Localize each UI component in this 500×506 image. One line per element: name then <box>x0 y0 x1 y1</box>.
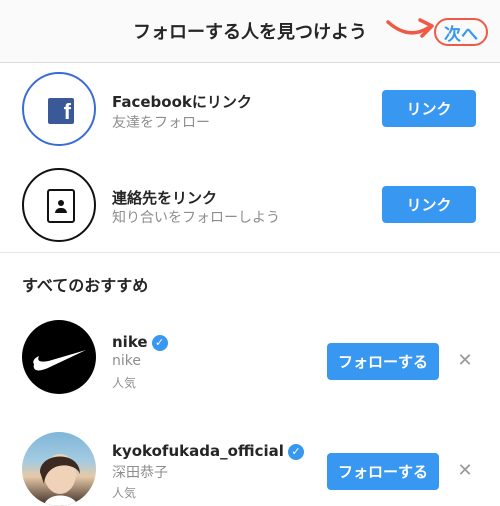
avatar[interactable] <box>22 320 96 394</box>
dismiss-icon[interactable]: ✕ <box>455 350 475 371</box>
verified-badge-icon: ✓ <box>287 443 304 460</box>
username-text: kyokofukada_official <box>112 442 284 460</box>
section-divider <box>0 252 500 253</box>
suggestion-meta: 人気 <box>112 486 137 500</box>
follow-button[interactable]: フォローする <box>327 453 439 490</box>
suggestion-name: nike <box>112 353 141 369</box>
contacts-link-button[interactable]: リンク <box>382 186 476 223</box>
annotation-arrow-icon <box>386 18 434 38</box>
contact-book-icon <box>47 189 75 223</box>
avatar[interactable] <box>22 432 96 506</box>
next-button[interactable]: 次へ <box>434 18 488 46</box>
profile-photo-icon <box>40 454 80 506</box>
suggestion-username[interactable]: nike ✓ <box>112 333 168 351</box>
header-bar: フォローする人を見つけよう 次へ <box>0 0 500 63</box>
dismiss-icon[interactable]: ✕ <box>455 460 475 481</box>
contacts-link-subtitle: 知り合いをフォローしよう <box>112 210 280 226</box>
suggestions-title: すべてのおすすめ <box>22 276 149 295</box>
username-text: nike <box>112 333 148 351</box>
contacts-link-title: 連絡先をリンク <box>112 189 218 207</box>
nike-swoosh-icon <box>33 350 86 371</box>
contacts-icon <box>22 168 96 242</box>
facebook-link-subtitle: 友達をフォロー <box>112 115 210 131</box>
suggestion-meta: 人気 <box>112 376 137 390</box>
suggestion-name: 深田恭子 <box>112 465 168 481</box>
facebook-icon: f <box>22 72 96 146</box>
facebook-link-button[interactable]: リンク <box>382 90 476 127</box>
follow-button[interactable]: フォローする <box>327 343 439 380</box>
suggestion-username[interactable]: kyokofukada_official ✓ <box>112 442 304 460</box>
facebook-logo-icon: f <box>48 98 74 124</box>
verified-badge-icon: ✓ <box>151 334 168 351</box>
facebook-link-title: Facebookにリンク <box>112 93 252 111</box>
